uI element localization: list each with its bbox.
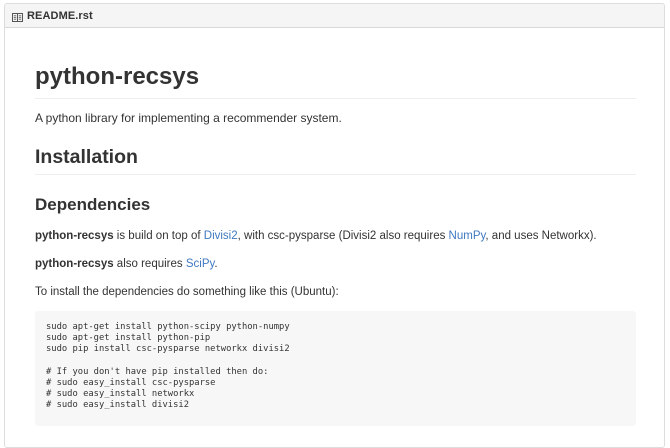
paragraph-text: is build on top of xyxy=(113,230,204,242)
code-block: sudo apt-get install python-scipy python… xyxy=(35,311,636,426)
project-name: python-recsys xyxy=(35,230,114,242)
scipy-paragraph: python-recsys also requires SciPy. xyxy=(35,256,636,272)
code-line: # If you don't have pip installed then d… xyxy=(46,366,269,377)
divisi2-link[interactable]: Divisi2 xyxy=(204,230,238,242)
code-line: # sudo easy_install networkx xyxy=(46,389,195,400)
paragraph-text: , with csc-pysparse (Divisi2 also requir… xyxy=(237,230,449,242)
file-name[interactable]: README.rst xyxy=(27,10,93,22)
dependencies-paragraph: python-recsys is build on top of Divisi2… xyxy=(35,228,636,244)
code-line: sudo apt-get install python-scipy python… xyxy=(46,322,290,332)
install-instructions: To install the dependencies do something… xyxy=(35,286,339,298)
code-line: # sudo easy_install divisi2 xyxy=(46,400,189,411)
dependencies-heading: Dependencies xyxy=(35,195,151,214)
file-header: README.rst xyxy=(5,4,664,28)
code-line: sudo apt-get install python-pip xyxy=(46,333,211,344)
readme-content: python-recsys A python library for imple… xyxy=(5,28,664,426)
numpy-link[interactable]: NumPy xyxy=(449,230,486,242)
code-line: # sudo easy_install csc-pysparse xyxy=(46,378,216,388)
paragraph-text: also requires xyxy=(113,258,186,270)
page-title: python-recsys xyxy=(35,28,636,99)
installation-heading: Installation xyxy=(35,145,636,175)
readme-panel: README.rst python-recsys A python librar… xyxy=(4,3,665,448)
scipy-link[interactable]: SciPy xyxy=(186,258,215,270)
book-icon xyxy=(12,10,23,22)
description: A python library for implementing a reco… xyxy=(35,111,342,125)
project-name: python-recsys xyxy=(35,258,114,270)
paragraph-text: . xyxy=(214,258,218,270)
paragraph-text: , and uses Networkx). xyxy=(485,230,597,242)
code-line: sudo pip install csc-pysparse networkx d… xyxy=(46,344,290,355)
